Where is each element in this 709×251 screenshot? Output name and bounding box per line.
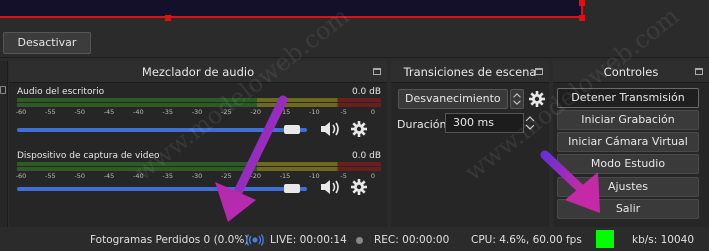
duration-label: Duración (397, 118, 447, 131)
transitions-title: Transiciones de escena (403, 65, 537, 79)
preview-canvas[interactable] (0, 0, 583, 18)
volume-slider[interactable] (17, 187, 307, 191)
transition-select[interactable]: Desvanecimiento (398, 89, 508, 109)
connection-status-indicator (596, 230, 614, 248)
meter-tick-label: -25 (221, 172, 232, 180)
meter-tick-label: -20 (250, 108, 261, 116)
volume-meter (17, 103, 381, 107)
volume-meter (17, 98, 381, 102)
volume-slider-handle[interactable] (284, 184, 301, 193)
deactivate-button[interactable]: Desactivar (3, 32, 91, 54)
audio-mixer-title: Mezclador de audio (141, 65, 255, 79)
meter-tick-label: -10 (309, 108, 320, 116)
settings-button[interactable]: Ajustes (557, 177, 699, 197)
meter-tick-label: -5 (340, 172, 347, 180)
updown-icon (513, 93, 521, 105)
undock-icon[interactable] (373, 68, 381, 75)
meter-tick-label: -30 (191, 172, 203, 180)
meter-tick-label: -55 (45, 108, 56, 116)
undock-icon[interactable] (695, 68, 703, 75)
channel-db: 0.0 dB (351, 87, 381, 97)
meter-tick-label: -15 (279, 108, 291, 116)
meter-tick-label: -35 (162, 108, 173, 116)
audio-mixer-header: Mezclador de audio (9, 61, 387, 83)
undock-icon[interactable] (535, 68, 543, 75)
start-recording-button[interactable]: Iniciar Grabación (557, 110, 699, 130)
channel-name: Audio del escritorio (17, 87, 105, 97)
transition-select-arrows[interactable] (510, 89, 524, 109)
exit-button[interactable]: Salir (557, 199, 699, 219)
meter-tick-label: -55 (45, 172, 56, 180)
meter-tick-label: -60 (15, 108, 27, 116)
dropped-frames: Fotogramas Perdidos 0 (0.0%) (90, 234, 249, 246)
gear-icon[interactable] (351, 179, 367, 195)
live-timer: LIVE: 00:00:14 (270, 234, 347, 246)
speaker-icon[interactable] (319, 179, 341, 195)
meter-tick-label: -50 (74, 108, 85, 116)
meter-tick-label: -50 (74, 172, 85, 180)
bitrate: kb/s: 10040 (632, 234, 695, 246)
cpu-usage: CPU: 4.6%, 60.00 fps (471, 234, 582, 246)
transform-handle-top[interactable] (579, 0, 585, 6)
meter-tick-label: -15 (279, 172, 291, 180)
meter-tick-label: -20 (250, 172, 261, 180)
transitions-header: Transiciones de escena (391, 61, 549, 83)
transform-handle[interactable] (165, 15, 171, 21)
volume-meter (17, 167, 381, 171)
start-virtual-camera-button[interactable]: Iniciar Cámara Virtual (557, 132, 699, 152)
lock-icon (0, 86, 6, 94)
volume-meter (17, 162, 381, 166)
speaker-icon[interactable] (319, 121, 341, 137)
meter-tick-label: 0 (370, 108, 376, 116)
meter-tick-label: -45 (103, 108, 115, 116)
meter-tick-label: -60 (15, 172, 27, 180)
meter-tick-label: -5 (340, 108, 347, 116)
volume-slider[interactable] (17, 128, 307, 132)
rec-timer: REC: 00:00:00 (374, 234, 450, 246)
live-broadcast-icon (246, 234, 264, 246)
meter-tick-label: -35 (162, 172, 173, 180)
record-indicator-icon (356, 237, 363, 244)
volume-slider-handle[interactable] (284, 125, 301, 134)
gear-icon[interactable] (351, 121, 367, 137)
meter-tick-label: -45 (103, 172, 115, 180)
transform-handle-corner[interactable] (579, 15, 585, 21)
meter-tick-label: -40 (133, 108, 144, 116)
channel-db: 0.0 dB (351, 151, 381, 161)
meter-tick-label: 0 (370, 172, 376, 180)
studio-mode-button[interactable]: Modo Estudio (557, 154, 699, 174)
